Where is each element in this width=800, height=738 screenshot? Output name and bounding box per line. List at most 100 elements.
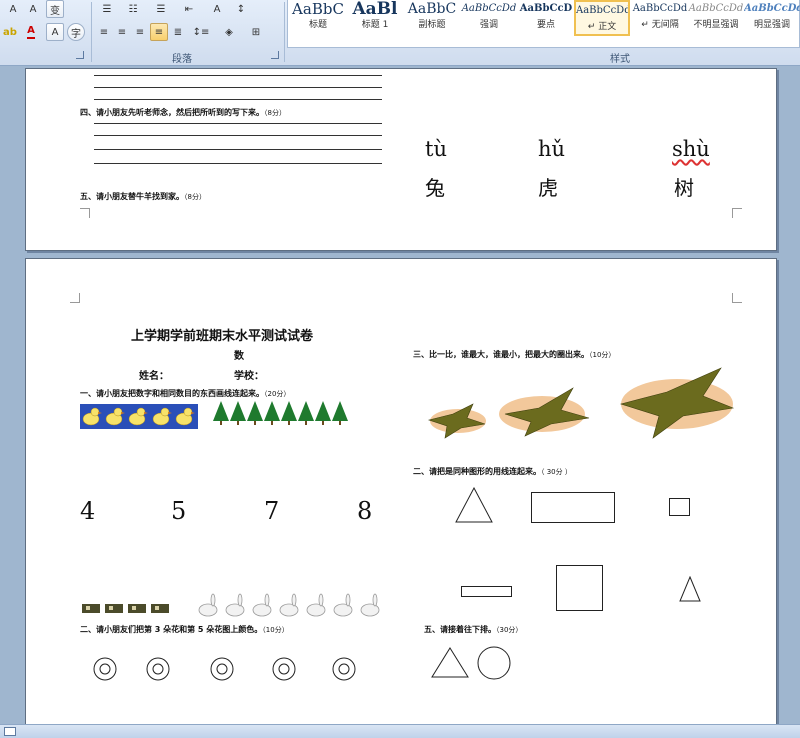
line-spacing-button[interactable]: ↕≡ — [190, 23, 212, 41]
question-1: 一、请小朋友把数字和相同数目的东西画线连起来。（20分） — [80, 388, 290, 399]
justify-icon: ≡ — [154, 26, 164, 38]
borders-button[interactable]: ⊞ — [245, 23, 267, 41]
school-label: 学校： — [234, 371, 264, 382]
styles-gallery: AaBbC 标题 AaBl 标题 1 AaBbC 副标题 AaBbCcDd 强调… — [287, 0, 800, 48]
question-2: 二、请小朋友们把第 3 朵花和第 5 朵花图上颜色。（10分） — [80, 624, 289, 635]
margin-corner-mark — [80, 208, 90, 218]
style-label: 不明显强调 — [693, 20, 739, 30]
style-subtitle[interactable]: AaBbC 副标题 — [404, 0, 460, 36]
triangle-shape — [455, 487, 493, 523]
status-bar — [0, 724, 800, 738]
question-3: 三、比一比，谁最大，谁最小，把最大的圈出来。（10分） — [413, 349, 615, 360]
align-left-button[interactable]: ≡ — [96, 23, 112, 41]
square-shape — [556, 565, 603, 611]
style-sample: AaBbCcDd — [744, 3, 800, 14]
pinyin-hu: hǔ — [538, 137, 566, 161]
align-left-icon: ≡ — [99, 26, 109, 38]
line-spacing-icon: ↕≡ — [192, 26, 210, 38]
question-shapes: 二、请把是同种图形的用线连起来。（ 30分 ） — [413, 466, 572, 477]
font-dialog-launcher[interactable] — [76, 51, 84, 59]
style-heading-1[interactable]: AaBl 标题 1 — [347, 0, 403, 36]
writing-line — [94, 135, 382, 136]
small-triangle-shape — [679, 576, 701, 602]
style-label: ↵ 正文 — [587, 22, 617, 32]
exam-subject: 数 — [234, 351, 244, 362]
style-label: 要点 — [536, 20, 555, 30]
number-5: 5 — [171, 497, 187, 525]
hanzi-shu: 树 — [674, 176, 694, 200]
border-grid-icon: ⊞ — [251, 26, 261, 38]
page-view-icon[interactable] — [4, 727, 16, 736]
number-4: 4 — [80, 497, 96, 525]
font-grow-button[interactable]: A — [4, 0, 22, 18]
question-text: 二、请把是同种图形的用线连起来。 — [413, 467, 541, 476]
font-shrink-button[interactable]: A — [24, 0, 42, 18]
margin-corner-mark — [732, 293, 742, 303]
style-label: 副标题 — [418, 20, 446, 30]
font-color-icon: A — [27, 25, 35, 39]
question-text: 四、请小朋友先听老师念，然后把所听到的写下来。 — [80, 108, 264, 117]
style-strong[interactable]: AaBbCcD 要点 — [518, 0, 574, 36]
style-label: 强调 — [479, 20, 498, 30]
style-label: 明显强调 — [753, 20, 790, 30]
chinese-layout-button[interactable]: A — [206, 0, 228, 18]
style-sample: AaBbCcDd — [576, 5, 628, 16]
flowers-row — [93, 657, 356, 681]
style-intense-emphasis[interactable]: AaBbCcDd 明显强调 — [744, 0, 800, 36]
justify-button[interactable]: ≡ — [150, 23, 168, 41]
margin-corner-mark — [732, 208, 742, 218]
writing-line — [94, 123, 382, 124]
writing-line — [94, 99, 382, 100]
question-text: 五、请接着往下排。 — [424, 625, 496, 634]
style-title[interactable]: AaBbC 标题 — [290, 0, 346, 36]
writing-line — [94, 149, 382, 150]
bullet-list-icon: ☰ — [102, 3, 112, 15]
enclose-char-button[interactable]: 字 — [67, 23, 85, 41]
multilevel-list-button[interactable]: ☰ — [150, 0, 172, 18]
indent-icon: ⇤ — [184, 3, 194, 15]
small-square-shape — [669, 498, 690, 516]
hanzi-hu: 虎 — [538, 176, 558, 200]
shading-button[interactable]: ◈ — [216, 23, 242, 41]
style-label: 标题 — [308, 20, 327, 30]
paint-bucket-icon: ◈ — [225, 26, 233, 38]
paragraph-group-label: 段落 — [172, 54, 192, 65]
style-subtle-emphasis[interactable]: AaBbCcDd 不明显强调 — [688, 0, 744, 36]
pinyin-tu: tù — [425, 137, 447, 161]
decrease-indent-button[interactable]: ⇤ — [180, 0, 198, 18]
question-points: （10分） — [262, 626, 289, 634]
font-color-button[interactable]: A — [20, 23, 42, 41]
numbering-button[interactable]: ☷ — [122, 0, 144, 18]
char-shading-button[interactable]: A — [46, 23, 64, 41]
rectangle-shape — [531, 492, 615, 523]
align-right-button[interactable]: ≡ — [132, 23, 148, 41]
align-center-button[interactable]: ≡ — [114, 23, 130, 41]
question-points: （ 30分 ） — [541, 468, 572, 476]
writing-line — [94, 75, 382, 76]
question-text: 五、请小朋友替牛羊找到家。 — [80, 192, 184, 201]
oxen-picture — [82, 604, 169, 613]
style-label: 标题 1 — [361, 20, 389, 30]
highlight-button[interactable]: ab — [0, 23, 20, 41]
style-label: ↵ 无间隔 — [641, 20, 679, 30]
sort-button[interactable]: ↕ — [232, 0, 250, 18]
document-page-2[interactable]: 上学期学前班期末水平测试试卷 数 姓名： 学校： 一、请小朋友把数字和相同数目的… — [25, 258, 777, 728]
separator — [91, 2, 92, 62]
name-label: 姓名： — [139, 371, 169, 382]
change-case-button[interactable]: 变 — [46, 0, 64, 18]
question-points: （8分） — [264, 109, 286, 117]
birds-picture — [427, 367, 735, 439]
distributed-button[interactable]: ≣ — [170, 23, 186, 41]
paragraph-dialog-launcher[interactable] — [271, 51, 279, 59]
question-text: 三、比一比，谁最大，谁最小，把最大的圈出来。 — [413, 350, 589, 359]
style-normal[interactable]: AaBbCcDd ↵ 正文 — [574, 0, 630, 36]
pinyin-shu: shù — [672, 137, 710, 161]
style-emphasis[interactable]: AaBbCcDd 强调 — [461, 0, 517, 36]
bullets-button[interactable]: ☰ — [96, 0, 118, 18]
sort-icon: ↕ — [236, 3, 246, 15]
style-sample: AaBbC — [407, 1, 457, 17]
style-sample: AaBl — [352, 0, 398, 18]
document-page-1[interactable]: 四、请小朋友先听老师念，然后把所听到的写下来。（8分） tù hǔ shù 兔 … — [25, 68, 777, 251]
question-points: （8分） — [184, 193, 206, 201]
style-no-spacing[interactable]: AaBbCcDd ↵ 无间隔 — [632, 0, 688, 36]
